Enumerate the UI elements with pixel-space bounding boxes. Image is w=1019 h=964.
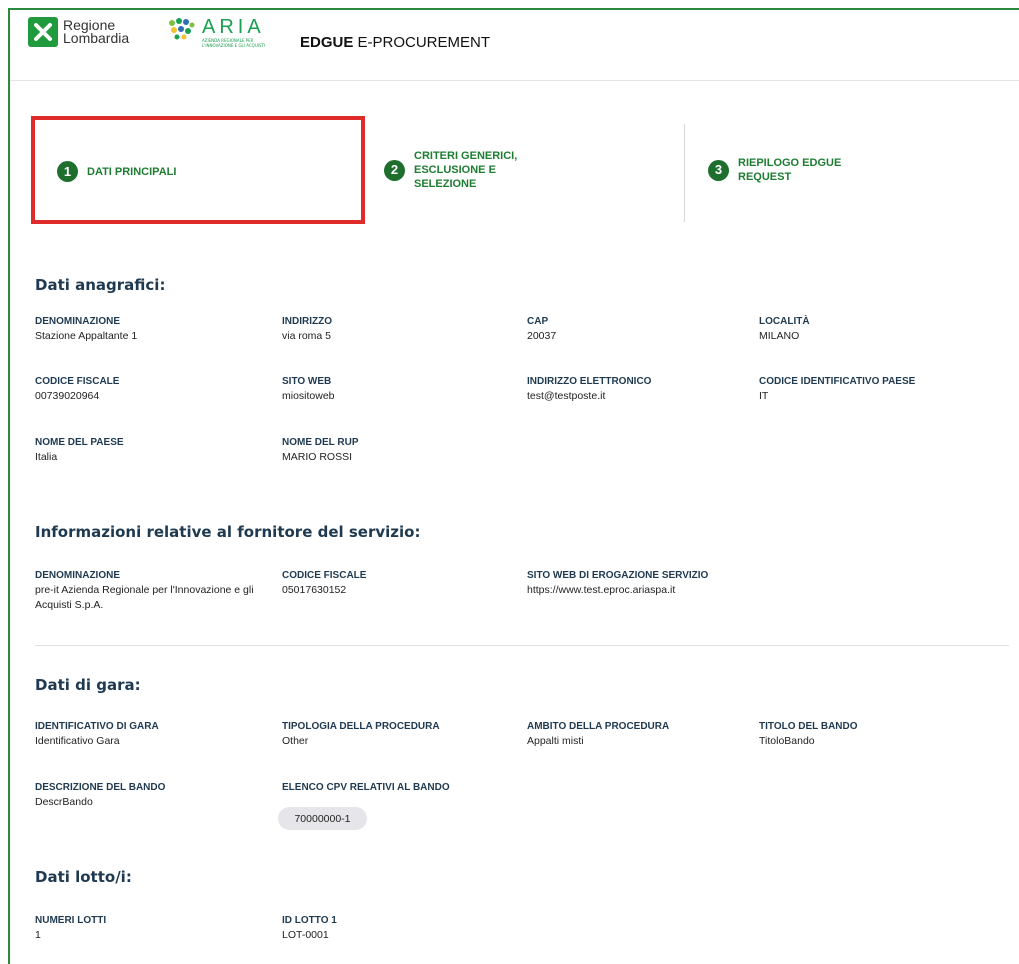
field-nome-paese: NOME DEL PAESE Italia <box>35 437 124 463</box>
step-label: DATI PRINCIPALI <box>87 165 177 178</box>
step-label: CRITERI GENERICI, ESCLUSIONE E SELEZIONE <box>414 150 518 190</box>
field-codice-fiscale: CODICE FISCALE 00739020964 <box>35 376 120 402</box>
step-riepilogo[interactable]: 3 RIEPILOGO EDGUE REQUEST <box>708 156 858 184</box>
field-localita: LOCALITÀ MILANO <box>759 316 810 342</box>
field-titolo-bando: TITOLO DEL BANDO TitoloBando <box>759 721 858 747</box>
section-title-lotti: Dati lotto/i: <box>35 868 132 886</box>
regione-lombardia-text: Regione Lombardia <box>63 17 130 46</box>
field-cap: CAP 20037 <box>527 316 557 342</box>
field-fornitore-denominazione: DENOMINAZIONE pre-it Azienda Regionale pe… <box>35 570 254 611</box>
aria-wordmark: ARIA <box>202 16 265 38</box>
section-title-gara: Dati di gara: <box>35 676 141 694</box>
field-codice-paese: CODICE IDENTIFICATIVO PAESE IT <box>759 376 916 402</box>
field-descrizione-bando: DESCRIZIONE DEL BANDO DescrBando <box>35 782 166 808</box>
app-title: EDGUE E-PROCUREMENT <box>300 34 491 51</box>
field-nome-rup: NOME DEL RUP MARIO ROSSI <box>282 437 359 463</box>
regione-lombardia-mark-icon <box>28 17 58 47</box>
field-sito-web: SITO WEB miositoweb <box>282 376 335 402</box>
field-id-lotto-1: ID LOTTO 1 LOT-0001 <box>282 915 337 941</box>
field-elenco-cpv: ELENCO CPV RELATIVI AL BANDO <box>282 782 450 793</box>
step-number-badge: 3 <box>708 159 729 181</box>
field-numeri-lotti: NUMERI LOTTI 1 <box>35 915 107 941</box>
step-label: RIEPILOGO EDGUE REQUEST <box>738 157 842 183</box>
field-identificativo-gara: IDENTIFICATIVO DI GARA Identificativo Gar… <box>35 721 159 747</box>
aria-subtitle: AZIENDA REGIONALE PER L'INNOVAZIONE E GL… <box>202 38 266 48</box>
step-number-badge: 2 <box>384 159 405 181</box>
regione-lombardia-logo[interactable]: Regione Lombardia <box>28 17 129 47</box>
step-dati-principali[interactable]: 1 DATI PRINCIPALI <box>57 161 176 182</box>
field-fornitore-sito-web: SITO WEB DI EROGAZIONE SERVIZIO https://w… <box>527 570 709 596</box>
step-criteri[interactable]: 2 CRITERI GENERICI, ESCLUSIONE E SELEZIO… <box>384 149 544 191</box>
field-fornitore-codice-fiscale: CODICE FISCALE 05017630152 <box>282 570 367 596</box>
aria-logo[interactable]: ARIA AZIENDA REGIONALE PER L'INNOVAZIONE… <box>168 17 268 48</box>
field-indirizzo: INDIRIZZO via roma 5 <box>282 316 332 342</box>
section-divider <box>35 645 1009 646</box>
field-tipologia-procedura: TIPOLOGIA DELLA PROCEDURA Other <box>282 721 440 747</box>
field-ambito-procedura: AMBITO DELLA PROCEDURA Appalti misti <box>527 721 670 747</box>
section-title-fornitore: Informazioni relative al fornitore del s… <box>35 523 421 541</box>
cpv-chip: 70000000-1 <box>278 807 367 830</box>
step-number-badge: 1 <box>57 161 78 182</box>
aria-dots-icon <box>169 18 195 40</box>
step-divider <box>684 124 685 222</box>
field-indirizzo-elettronico: INDIRIZZO ELETTRONICO test@testposte.it <box>527 376 652 402</box>
app-header <box>10 10 1019 81</box>
section-title-anagrafici: Dati anagrafici: <box>35 276 166 294</box>
field-denominazione: DENOMINAZIONE Stazione Appaltante 1 <box>35 316 138 342</box>
